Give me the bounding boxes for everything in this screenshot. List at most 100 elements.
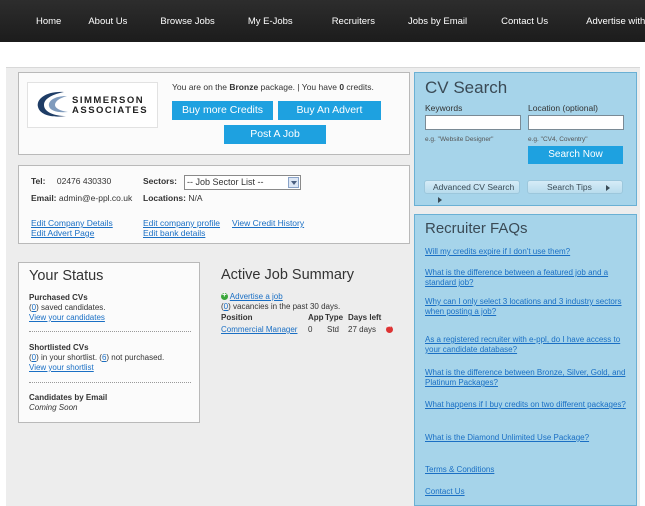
job-type: Std xyxy=(327,325,340,334)
view-shortlist-link[interactable]: View your shortlist xyxy=(29,363,94,373)
view-candidates-link[interactable]: View your candidates xyxy=(29,313,105,323)
arrow-right-icon xyxy=(605,184,610,191)
edit-bank-details-link[interactable]: Edit bank details xyxy=(143,228,205,238)
faq-title: Recruiter FAQs xyxy=(425,220,528,237)
company-logo: SIMMERSON ASSOCIATES xyxy=(27,82,158,128)
ajs-title: Active Job Summary xyxy=(221,267,354,283)
contact-us-link[interactable]: Contact Us xyxy=(425,487,635,497)
search-now-button[interactable]: Search Now xyxy=(528,146,623,164)
advertise-row: Advertise a job xyxy=(221,290,283,302)
arrow-right-icon xyxy=(438,196,442,203)
vacancy-row: (0) vacancies in the past 30 days. xyxy=(221,302,341,311)
locations-label: Locations: xyxy=(143,193,186,203)
faq-item[interactable]: As a registered recruiter with e-ppl, do… xyxy=(425,335,635,355)
chevron-down-icon xyxy=(288,177,299,188)
buy-advert-button[interactable]: Buy An Advert xyxy=(278,101,381,120)
search-tips-label: Search Tips xyxy=(547,182,592,192)
tel-label: Tel: xyxy=(31,176,46,186)
edit-advert-page-link[interactable]: Edit Advert Page xyxy=(31,228,94,238)
vacancy-count-link[interactable]: 0 xyxy=(224,302,228,311)
email-value: admin@e-ppl.co.uk xyxy=(58,193,133,203)
advanced-cv-search-button[interactable]: Advanced CV Search xyxy=(424,180,520,203)
purchased-text: saved candidates. xyxy=(38,303,106,312)
faq-item[interactable]: Why can I only select 3 locations and 3 … xyxy=(425,297,635,317)
job-app: 0 xyxy=(308,325,313,334)
table-row: Commercial Manager 0 Std 27 days xyxy=(221,323,410,336)
not-purchased-text: not purchased. xyxy=(109,353,165,362)
vacancy-text: vacancies in the past 30 days. xyxy=(230,302,341,311)
edit-company-profile-link[interactable]: Edit company profile xyxy=(143,218,220,228)
divider xyxy=(29,331,191,332)
recruiter-faqs-panel: Recruiter FAQs Will my credits expire if… xyxy=(414,214,637,506)
nav-advertise[interactable]: Advertise with Us xyxy=(586,16,645,27)
candidates-email-label: Candidates by Email xyxy=(29,393,108,402)
job-days: 27 days xyxy=(348,325,377,334)
keywords-label: Keywords xyxy=(425,103,463,113)
nav-browse-jobs[interactable]: Browse Jobs xyxy=(160,16,214,27)
location-label: Location (optional) xyxy=(528,103,598,113)
location-hint: e.g. "CV4, Coventry" xyxy=(528,136,588,143)
edit-company-details-link[interactable]: Edit Company Details xyxy=(31,218,113,228)
logo-swoosh-icon xyxy=(37,91,68,117)
package-middle: package. | You have xyxy=(258,82,340,92)
status-title: Your Status xyxy=(29,268,104,284)
faq-item[interactable]: What is the difference between Bronze, S… xyxy=(425,368,635,388)
terms-link[interactable]: Terms & Conditions xyxy=(425,465,635,475)
location-input[interactable] xyxy=(528,115,624,130)
faq-item[interactable]: What happens if I buy credits on two dif… xyxy=(425,400,635,410)
nav-contact-us[interactable]: Contact Us xyxy=(501,16,548,27)
nav-about-us[interactable]: About Us xyxy=(88,16,127,27)
keywords-hint: e.g. "Website Designer" xyxy=(425,136,494,143)
cv-search-title: CV Search xyxy=(425,78,508,97)
faq-item[interactable]: What is the difference between a feature… xyxy=(425,268,635,288)
locations-value: N/A xyxy=(188,193,203,203)
job-position-link[interactable]: Commercial Manager xyxy=(221,325,297,335)
divider xyxy=(29,382,191,383)
top-nav: Home About Us Browse Jobs My E-Jobs Recr… xyxy=(0,0,645,42)
locations-row: Locations: N/A xyxy=(143,193,203,203)
sub-bar xyxy=(6,42,640,68)
package-suffix: credits. xyxy=(344,82,374,92)
col-app: App xyxy=(308,313,324,322)
advertise-job-link[interactable]: Advertise a job xyxy=(230,292,283,301)
post-job-button[interactable]: Post A Job xyxy=(224,125,326,144)
nav-home[interactable]: Home xyxy=(36,16,61,27)
shortlisted-label: Shortlisted CVs xyxy=(29,343,89,352)
candidates-email-value: Coming Soon xyxy=(29,403,78,412)
nav-recruiters[interactable]: Recruiters xyxy=(332,16,375,27)
keywords-input[interactable] xyxy=(425,115,521,130)
col-type: Type xyxy=(325,313,344,322)
view-credit-history-link[interactable]: View Credit History xyxy=(232,218,304,228)
shortlisted-count-link[interactable]: 0 xyxy=(32,353,36,362)
purchased-label: Purchased CVs xyxy=(29,293,88,302)
company-info-panel: Tel: 02476 430330 Sectors: -- Job Sector… xyxy=(18,165,410,244)
buy-credits-button[interactable]: Buy more Credits xyxy=(172,101,273,120)
shortlisted-mid: in your shortlist. xyxy=(38,353,100,362)
plus-icon xyxy=(221,290,228,301)
cv-search-panel: CV Search Keywords Location (optional) e… xyxy=(414,72,637,206)
advanced-cv-search-label: Advanced CV Search xyxy=(433,182,515,192)
account-panel: SIMMERSON ASSOCIATES You are on the Bron… xyxy=(18,72,410,155)
purchased-count-link[interactable]: 0 xyxy=(32,303,36,312)
sectors-label: Sectors: xyxy=(143,176,178,186)
package-name: Bronze xyxy=(229,82,259,92)
faq-item[interactable]: Will my credits expire if I don't use th… xyxy=(425,247,635,257)
tel-row: Tel: 02476 430330 xyxy=(31,176,111,186)
purchased-row: (0) saved candidates. xyxy=(29,303,106,312)
col-days-left: Days left xyxy=(348,313,382,322)
faq-item[interactable]: What is the Diamond Unlimited Use Packag… xyxy=(425,433,635,443)
your-status-panel: Your Status Purchased CVs (0) saved cand… xyxy=(18,262,200,423)
nav-my-ejobs[interactable]: My E-Jobs xyxy=(248,16,293,27)
email-row: Email: admin@e-ppl.co.uk xyxy=(31,193,132,203)
active-job-summary: Active Job Summary Advertise a job (0) v… xyxy=(207,262,410,345)
tel-value: 02476 430330 xyxy=(56,176,112,186)
sector-select[interactable]: -- Job Sector List -- xyxy=(184,175,301,190)
search-tips-button[interactable]: Search Tips xyxy=(527,180,623,194)
not-purchased-count-link[interactable]: 6 xyxy=(102,353,106,362)
sector-select-value: -- Job Sector List -- xyxy=(187,177,264,187)
package-prefix: You are on the xyxy=(172,82,230,92)
logo-line2: ASSOCIATES xyxy=(72,105,149,116)
nav-jobs-by-email[interactable]: Jobs by Email xyxy=(408,16,467,27)
shortlisted-row: (0) in your shortlist. (6) not purchased… xyxy=(29,353,165,362)
remove-icon[interactable] xyxy=(386,323,393,333)
